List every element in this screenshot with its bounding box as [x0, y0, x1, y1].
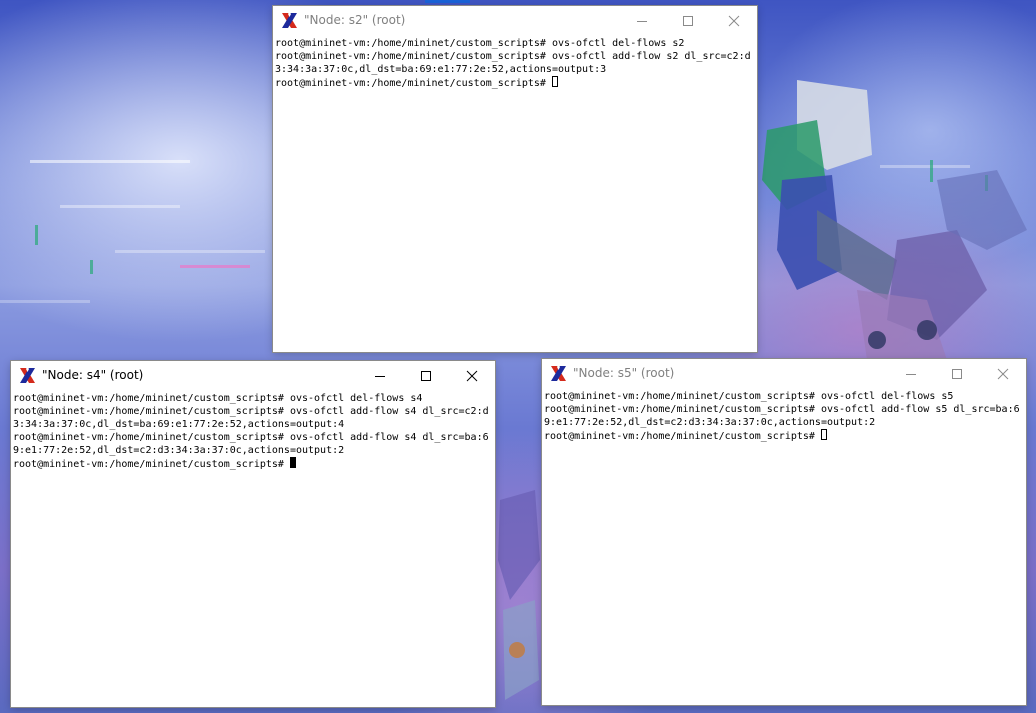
terminal-line: root@mininet-vm:/home/mininet/custom_scr… [275, 51, 751, 62]
terminal-output[interactable]: root@mininet-vm:/home/mininet/custom_scr… [12, 390, 494, 706]
terminal-line: 3:34:3a:37:0c,dl_dst=ba:69:e1:77:2e:52,a… [275, 64, 607, 75]
maximize-button[interactable] [934, 359, 979, 388]
close-icon [466, 370, 477, 381]
window-title: "Node: s5" (root) [573, 366, 675, 380]
text-cursor [551, 76, 558, 87]
text-cursor [289, 457, 296, 468]
minimize-icon [905, 373, 916, 375]
desktop-highlight-edge [425, 0, 470, 3]
close-icon [728, 15, 739, 26]
wallpaper-streak [60, 205, 180, 208]
terminal-line: root@mininet-vm:/home/mininet/custom_scr… [275, 38, 685, 49]
wallpaper-streak [35, 225, 38, 245]
terminal-line: 9:e1:77:2e:52,dl_dst=c2:d3:34:3a:37:0c,a… [544, 417, 876, 428]
terminal-window-s2[interactable]: "Node: s2" (root) root@mininet-vm:/home/… [273, 6, 757, 352]
minimize-button[interactable] [619, 6, 664, 35]
close-icon [997, 368, 1008, 379]
maximize-icon [420, 370, 431, 381]
maximize-button[interactable] [403, 361, 448, 390]
maximize-button[interactable] [665, 6, 710, 35]
window-title: "Node: s4" (root) [42, 368, 144, 382]
wallpaper-robot-figure [762, 80, 1027, 360]
wallpaper-streak [30, 160, 190, 163]
terminal-window-s4[interactable]: "Node: s4" (root) root@mininet-vm:/home/… [11, 361, 495, 707]
terminal-output[interactable]: root@mininet-vm:/home/mininet/custom_scr… [274, 35, 756, 351]
terminal-line: root@mininet-vm:/home/mininet/custom_scr… [544, 404, 1020, 415]
terminal-line: root@mininet-vm:/home/mininet/custom_scr… [544, 391, 954, 402]
close-button[interactable] [449, 361, 494, 390]
close-button[interactable] [711, 6, 756, 35]
terminal-output[interactable]: root@mininet-vm:/home/mininet/custom_scr… [543, 388, 1025, 704]
title-bar[interactable]: "Node: s5" (root) [542, 359, 1026, 388]
terminal-prompt: root@mininet-vm:/home/mininet/custom_scr… [544, 431, 821, 442]
terminal-line: 9:e1:77:2e:52,dl_dst=c2:d3:34:3a:37:0c,a… [13, 445, 345, 456]
window-title: "Node: s2" (root) [304, 13, 406, 27]
x-terminal-icon [20, 368, 35, 383]
wallpaper-streak [0, 300, 90, 303]
title-bar[interactable]: "Node: s2" (root) [273, 6, 757, 35]
wallpaper-streak [180, 265, 250, 268]
close-button[interactable] [980, 359, 1025, 388]
wallpaper-streak [90, 260, 93, 274]
terminal-window-s5[interactable]: "Node: s5" (root) root@mininet-vm:/home/… [542, 359, 1026, 705]
text-cursor [820, 429, 827, 440]
terminal-line: 3:34:3a:37:0c,dl_dst=ba:69:e1:77:2e:52,a… [13, 419, 345, 430]
wallpaper-streak [115, 250, 265, 253]
minimize-button[interactable] [888, 359, 933, 388]
title-bar[interactable]: "Node: s4" (root) [11, 361, 495, 390]
terminal-prompt: root@mininet-vm:/home/mininet/custom_scr… [13, 459, 290, 470]
terminal-line: root@mininet-vm:/home/mininet/custom_scr… [13, 406, 489, 417]
terminal-line: root@mininet-vm:/home/mininet/custom_scr… [13, 393, 423, 404]
x-terminal-icon [551, 366, 566, 381]
terminal-prompt: root@mininet-vm:/home/mininet/custom_scr… [275, 78, 552, 89]
minimize-button[interactable] [357, 361, 402, 390]
wallpaper-robot-arm [498, 490, 540, 700]
x-terminal-icon [282, 13, 297, 28]
maximize-icon [951, 368, 962, 379]
terminal-line: root@mininet-vm:/home/mininet/custom_scr… [13, 432, 489, 443]
maximize-icon [682, 15, 693, 26]
minimize-icon [636, 20, 647, 22]
minimize-icon [374, 375, 385, 377]
